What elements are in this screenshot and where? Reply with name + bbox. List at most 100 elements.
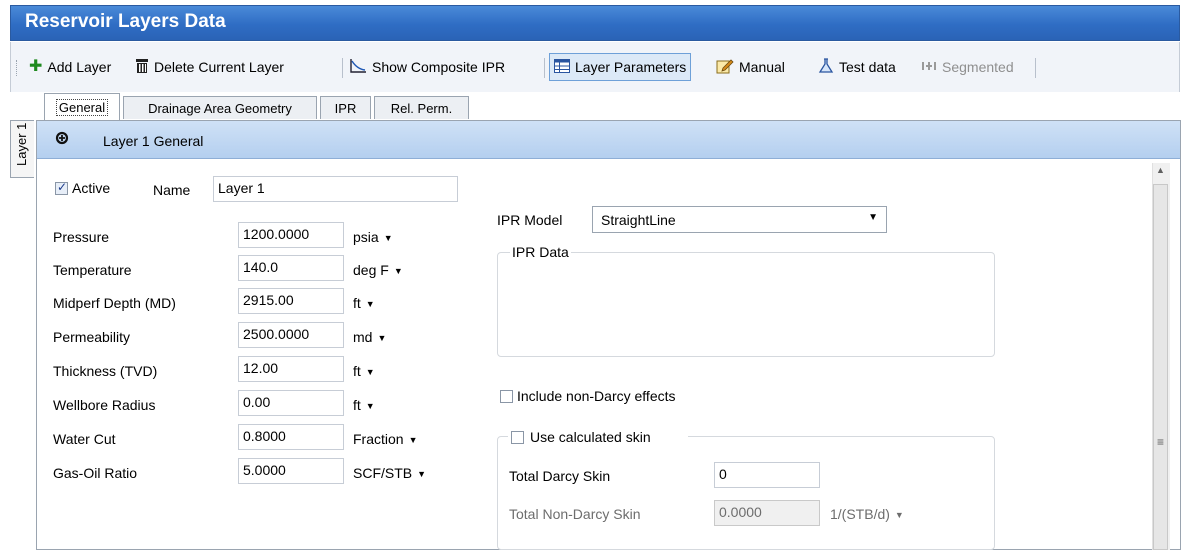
add-layer-button[interactable]: ✚ Add Layer bbox=[29, 55, 111, 79]
tab-ipr[interactable]: IPR bbox=[320, 96, 371, 119]
caret-down-icon: ▼ bbox=[894, 510, 904, 521]
layer-parameters-button[interactable]: Layer Parameters bbox=[549, 53, 692, 81]
thickness-unit: ft bbox=[353, 363, 361, 379]
toolbar-grip[interactable] bbox=[16, 60, 19, 76]
use-calculated-skin-checkbox[interactable] bbox=[511, 431, 524, 444]
trash-icon bbox=[135, 58, 149, 76]
show-composite-ipr-button[interactable]: Show Composite IPR bbox=[349, 55, 505, 79]
scroll-up-arrow-icon[interactable]: ▲ bbox=[1152, 165, 1169, 181]
collapse-icon[interactable] bbox=[55, 131, 71, 149]
tab-rel-perm-label: Rel. Perm. bbox=[390, 100, 453, 116]
caret-down-icon: ▼ bbox=[365, 299, 375, 310]
thickness-input[interactable]: 12.00 bbox=[238, 356, 344, 382]
caret-down-icon: ▼ bbox=[365, 401, 375, 412]
water-cut-input[interactable]: 0.8000 bbox=[238, 424, 344, 450]
section-header[interactable]: Layer 1 General bbox=[37, 121, 1180, 159]
total-non-darcy-skin-unit: 1/(STB/d) bbox=[830, 506, 890, 522]
caret-down-icon: ▼ bbox=[417, 469, 427, 480]
caret-down-icon: ▼ bbox=[393, 266, 403, 277]
manual-label: Manual bbox=[739, 59, 785, 75]
field-label-thickness: Thickness (TVD) bbox=[53, 363, 158, 379]
toolbar-separator bbox=[544, 58, 545, 78]
water-cut-unit: Fraction bbox=[353, 431, 404, 447]
caret-down-icon: ▼ bbox=[377, 333, 387, 344]
field-label-wellbore-radius: Wellbore Radius bbox=[53, 397, 156, 413]
name-input[interactable]: Layer 1 bbox=[213, 176, 458, 202]
delete-layer-label: Delete Current Layer bbox=[154, 59, 284, 75]
tab-drainage-label: Drainage Area Geometry bbox=[148, 100, 292, 116]
pressure-input[interactable]: 1200.0000 bbox=[238, 222, 344, 248]
gas-oil-ratio-unit: SCF/STB bbox=[353, 465, 413, 481]
manual-button[interactable]: Manual bbox=[716, 55, 785, 79]
non-darcy-checkbox[interactable] bbox=[500, 390, 513, 403]
field-label-pressure: Pressure bbox=[53, 229, 110, 245]
ipr-model-select[interactable]: StraightLine ▼ bbox=[592, 206, 887, 233]
gas-oil-ratio-input[interactable]: 5.0000 bbox=[238, 458, 344, 484]
toolbar: ✚ Add Layer Delete Current Layer Show Co… bbox=[10, 42, 1180, 92]
field-label-water-cut: Water Cut bbox=[53, 431, 116, 447]
permeability-unit: md bbox=[353, 329, 373, 345]
wellbore-radius-unit-dropdown[interactable]: ft ▼ bbox=[353, 397, 375, 413]
plus-icon: ✚ bbox=[29, 58, 43, 75]
total-non-darcy-skin-unit-dropdown[interactable]: 1/(STB/d) ▼ bbox=[830, 506, 904, 522]
field-label-gas-oil-ratio: Gas-Oil Ratio bbox=[53, 465, 138, 481]
ipr-data-label: IPR Data bbox=[510, 244, 571, 260]
gas-oil-ratio-unit-dropdown[interactable]: SCF/STB ▼ bbox=[353, 465, 426, 481]
segmented-label: Segmented bbox=[942, 59, 1014, 75]
field-label-permeability: Permeability bbox=[53, 329, 131, 345]
toolbar-separator bbox=[1035, 58, 1036, 78]
tab-general[interactable]: General bbox=[44, 93, 120, 120]
test-data-label: Test data bbox=[839, 59, 896, 75]
dropdown-arrow-icon: ▼ bbox=[868, 212, 878, 223]
wellbore-radius-input[interactable]: 0.00 bbox=[238, 390, 344, 416]
window-title: Reservoir Layers Data bbox=[25, 11, 226, 32]
tab-ipr-label: IPR bbox=[334, 100, 357, 116]
tab-rel-perm[interactable]: Rel. Perm. bbox=[374, 96, 469, 119]
pressure-unit-dropdown[interactable]: psia ▼ bbox=[353, 229, 393, 245]
total-darcy-skin-input[interactable]: 0 bbox=[714, 462, 820, 488]
tab-drainage-area-geometry[interactable]: Drainage Area Geometry bbox=[123, 96, 317, 119]
active-label: Active bbox=[72, 180, 111, 196]
name-label: Name bbox=[153, 182, 191, 198]
checkmark-icon: ✓ bbox=[57, 180, 68, 194]
edit-icon bbox=[716, 58, 734, 76]
pressure-unit: psia bbox=[353, 229, 379, 245]
wellbore-radius-unit: ft bbox=[353, 397, 361, 413]
midperf-depth-unit-dropdown[interactable]: ft ▼ bbox=[353, 295, 375, 311]
add-layer-label: Add Layer bbox=[47, 59, 112, 75]
total-non-darcy-skin-label: Total Non-Darcy Skin bbox=[509, 506, 641, 522]
temperature-unit-dropdown[interactable]: deg F ▼ bbox=[353, 262, 403, 278]
thickness-unit-dropdown[interactable]: ft ▼ bbox=[353, 363, 375, 379]
delete-layer-button[interactable]: Delete Current Layer bbox=[135, 55, 284, 79]
caret-down-icon: ▼ bbox=[365, 367, 375, 378]
use-calculated-skin-label: Use calculated skin bbox=[530, 429, 651, 445]
caret-down-icon: ▼ bbox=[383, 233, 393, 244]
temperature-unit: deg F bbox=[353, 262, 389, 278]
toolbar-separator bbox=[342, 58, 343, 78]
window-title-bar: Reservoir Layers Data bbox=[10, 5, 1180, 41]
active-checkbox[interactable]: ✓ bbox=[55, 180, 68, 195]
scrollbar-grip-icon: ≡ bbox=[1156, 435, 1164, 449]
non-darcy-label: Include non-Darcy effects bbox=[517, 388, 676, 404]
temperature-input[interactable]: 140.0 bbox=[238, 255, 344, 281]
table-icon bbox=[554, 59, 570, 75]
segmented-button[interactable]: Segmented bbox=[921, 55, 1014, 79]
water-cut-unit-dropdown[interactable]: Fraction ▼ bbox=[353, 431, 418, 447]
skin-group bbox=[497, 436, 995, 550]
permeability-unit-dropdown[interactable]: md ▼ bbox=[353, 329, 386, 345]
layer-tab-1[interactable]: Layer 1 bbox=[10, 120, 34, 178]
permeability-input[interactable]: 2500.0000 bbox=[238, 322, 344, 348]
show-composite-ipr-label: Show Composite IPR bbox=[372, 59, 506, 75]
total-darcy-skin-label: Total Darcy Skin bbox=[509, 468, 611, 484]
midperf-depth-unit: ft bbox=[353, 295, 361, 311]
test-data-button[interactable]: Test data bbox=[818, 55, 896, 79]
layer-parameters-label: Layer Parameters bbox=[575, 59, 687, 75]
scrollbar-thumb[interactable] bbox=[1153, 184, 1168, 550]
curve-chart-icon bbox=[349, 58, 367, 76]
total-non-darcy-skin-input[interactable]: 0.0000 bbox=[714, 500, 820, 526]
flask-icon bbox=[818, 58, 834, 76]
section-title: Layer 1 General bbox=[103, 133, 204, 149]
caret-down-icon: ▼ bbox=[408, 435, 418, 446]
midperf-depth-input[interactable]: 2915.00 bbox=[238, 288, 344, 314]
ipr-data-group bbox=[497, 252, 995, 357]
